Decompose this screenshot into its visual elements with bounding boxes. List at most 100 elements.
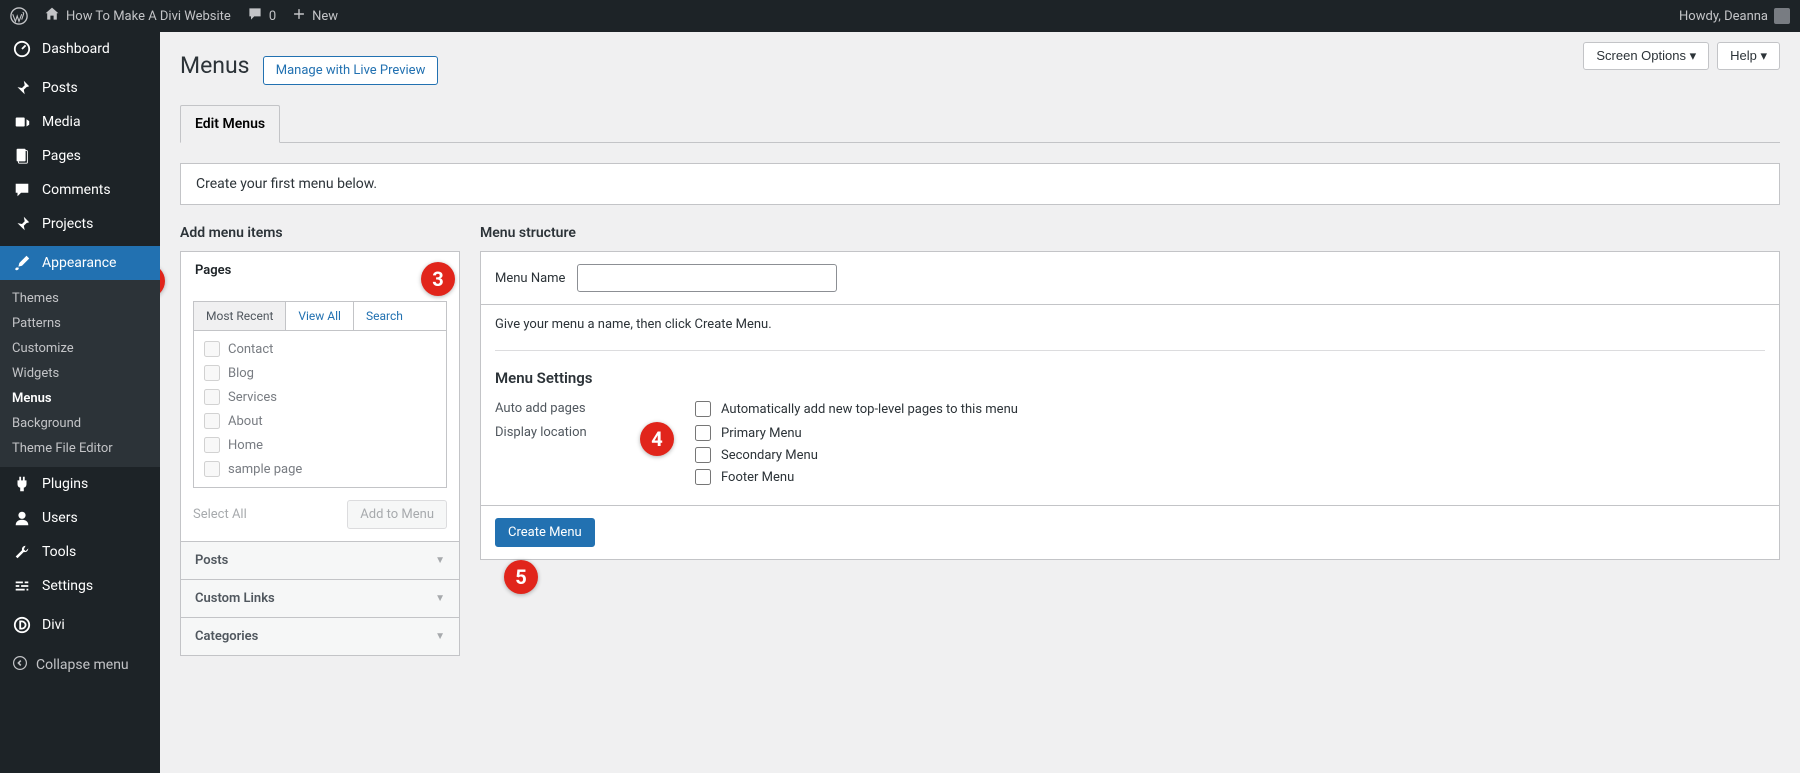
sidebar-item-users[interactable]: Users — [0, 501, 160, 535]
location-checkbox-line[interactable]: Primary Menu — [695, 425, 818, 441]
divi-icon — [12, 616, 32, 634]
sidebar-item-label: Dashboard — [42, 41, 110, 57]
accordion-title: Custom Links — [195, 591, 275, 606]
list-item[interactable]: Services — [204, 389, 436, 405]
menu-name-input[interactable] — [577, 264, 837, 292]
accordion-categories-toggle[interactable]: Categories ▼ — [181, 618, 459, 655]
sidebar-item-label: Divi — [42, 617, 65, 633]
sidebar-item-divi[interactable]: Divi — [0, 608, 160, 642]
menu-settings-heading: Menu Settings — [495, 369, 1765, 387]
accordion-title: Pages — [195, 263, 231, 278]
checkbox-label: Secondary Menu — [721, 448, 818, 463]
list-item[interactable]: About — [204, 413, 436, 429]
plug-icon — [12, 475, 32, 493]
select-all-link[interactable]: Select All — [193, 507, 247, 522]
tab-search[interactable]: Search — [354, 302, 415, 330]
accordion-title: Categories — [195, 629, 258, 644]
accordion-custom-links: Custom Links ▼ — [181, 580, 459, 618]
sidebar-item-appearance[interactable]: Appearance — [0, 246, 160, 280]
sidebar-item-plugins[interactable]: Plugins — [0, 467, 160, 501]
tutorial-badge-5: 5 — [504, 560, 538, 594]
site-home-link[interactable]: How To Make A Divi Website — [44, 6, 231, 26]
list-item[interactable]: Contact — [204, 341, 436, 357]
auto-add-checkbox-line[interactable]: Automatically add new top-level pages to… — [695, 401, 1018, 417]
menu-structure-heading: Menu structure — [480, 225, 1780, 241]
list-item[interactable]: Home — [204, 437, 436, 453]
page-checkbox[interactable] — [204, 365, 220, 381]
wp-logo-link[interactable] — [10, 7, 28, 25]
sub-item-themes[interactable]: Themes — [0, 286, 160, 311]
info-notice: Create your first menu below. — [180, 163, 1780, 205]
menu-settings: Menu Settings Auto add pages Automatical… — [495, 369, 1765, 485]
sidebar-item-settings[interactable]: Settings — [0, 569, 160, 603]
new-link[interactable]: New — [292, 7, 338, 25]
sidebar-item-projects[interactable]: Projects — [0, 207, 160, 241]
tab-edit-menus[interactable]: Edit Menus — [180, 105, 280, 143]
sidebar-item-label: Pages — [42, 148, 81, 164]
sidebar-item-dashboard[interactable]: Dashboard — [0, 32, 160, 66]
create-menu-button[interactable]: Create Menu — [495, 518, 595, 547]
sidebar-item-comments[interactable]: Comments — [0, 173, 160, 207]
sub-item-theme-file-editor[interactable]: Theme File Editor — [0, 436, 160, 461]
pages-tabs: Most Recent View All Search — [193, 301, 447, 331]
location-footer-checkbox[interactable] — [695, 469, 711, 485]
manage-live-preview-button[interactable]: Manage with Live Preview — [263, 56, 439, 85]
sub-item-background[interactable]: Background — [0, 411, 160, 436]
media-icon — [12, 113, 32, 131]
sidebar-item-pages[interactable]: Pages — [0, 139, 160, 173]
tutorial-badge-1: 1 — [160, 264, 165, 298]
tab-view-all[interactable]: View All — [286, 302, 354, 330]
menu-structure-column: Menu structure Menu Name Give your menu … — [480, 225, 1780, 560]
sidebar-item-label: Projects — [42, 216, 93, 232]
page-checkbox[interactable] — [204, 437, 220, 453]
screen-meta-links: Screen Options ▾ Help ▾ — [1583, 42, 1780, 70]
sub-item-widgets[interactable]: Widgets — [0, 361, 160, 386]
page-checkbox[interactable] — [204, 413, 220, 429]
comment-icon — [247, 6, 263, 26]
page-checkbox[interactable] — [204, 389, 220, 405]
add-menu-items-column: Add menu items Pages Most Recent View Al… — [180, 225, 460, 656]
page-checkbox[interactable] — [204, 341, 220, 357]
collapse-menu-button[interactable]: Collapse menu — [0, 647, 160, 683]
accordion-title: Posts — [195, 553, 228, 568]
accordion-pages-toggle[interactable]: Pages — [181, 252, 459, 289]
accordion-custom-links-toggle[interactable]: Custom Links ▼ — [181, 580, 459, 617]
help-button[interactable]: Help ▾ — [1717, 42, 1780, 70]
checkbox-label: Footer Menu — [721, 470, 794, 485]
wrench-icon — [12, 543, 32, 561]
sidebar-item-media[interactable]: Media — [0, 105, 160, 139]
site-title: How To Make A Divi Website — [66, 9, 231, 24]
sidebar-item-label: Plugins — [42, 476, 88, 492]
list-item[interactable]: sample page — [204, 461, 436, 477]
comments-count: 0 — [269, 9, 276, 24]
location-secondary-checkbox[interactable] — [695, 447, 711, 463]
add-to-menu-button[interactable]: Add to Menu — [347, 500, 447, 529]
list-item[interactable]: Blog — [204, 365, 436, 381]
location-primary-checkbox[interactable] — [695, 425, 711, 441]
sidebar-item-posts[interactable]: Posts — [0, 71, 160, 105]
add-menu-items-heading: Add menu items — [180, 225, 460, 241]
sub-item-customize[interactable]: Customize — [0, 336, 160, 361]
comments-link[interactable]: 0 — [247, 6, 276, 26]
home-icon — [44, 6, 60, 26]
auto-add-checkbox[interactable] — [695, 401, 711, 417]
chevron-down-icon: ▼ — [435, 593, 445, 604]
sidebar-item-tools[interactable]: Tools — [0, 535, 160, 569]
pin-icon — [12, 215, 32, 233]
sub-item-menus[interactable]: Menus — [0, 386, 160, 411]
brush-icon — [12, 254, 32, 272]
screen-options-button[interactable]: Screen Options ▾ — [1583, 42, 1709, 70]
my-account-link[interactable]: Howdy, Deanna — [1679, 8, 1790, 24]
page-checkbox[interactable] — [204, 461, 220, 477]
tab-most-recent[interactable]: Most Recent — [194, 302, 286, 330]
chevron-down-icon: ▼ — [435, 631, 445, 642]
accordion-pages: Pages Most Recent View All Search Contac… — [181, 252, 459, 542]
new-label: New — [312, 9, 338, 24]
accordion-posts: Posts ▼ — [181, 542, 459, 580]
admin-bar: How To Make A Divi Website 0 New Howdy, … — [0, 0, 1800, 32]
location-checkbox-line[interactable]: Secondary Menu — [695, 447, 818, 463]
sub-item-patterns[interactable]: Patterns — [0, 311, 160, 336]
location-checkbox-line[interactable]: Footer Menu — [695, 469, 818, 485]
dashboard-icon — [12, 40, 32, 58]
accordion-posts-toggle[interactable]: Posts ▼ — [181, 542, 459, 579]
